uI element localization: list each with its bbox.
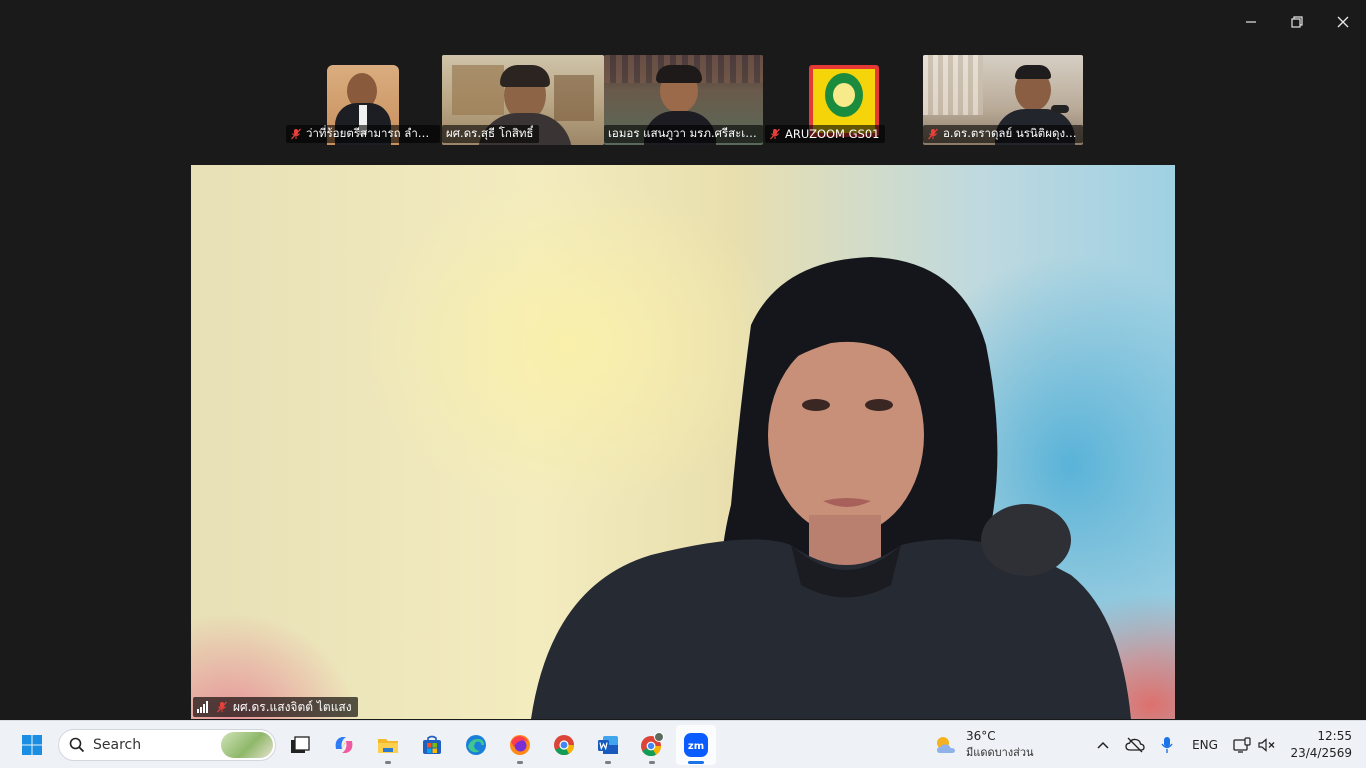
zoom-icon: zm [684,733,708,757]
participant-name-tag: อ.ดร.ตราดุลย์ นรนิติผดุงก... [923,125,1083,143]
edge-icon [466,735,486,755]
running-indicator [605,761,611,764]
microsoft-store-button[interactable] [412,725,452,765]
main-speaker-name: ผศ.ดร.แสงจิตต์ ไตแสง [233,699,352,714]
running-indicator [649,761,655,764]
participant-name-tag: เอมอร แสนภูวา มรภ.ศรีสะเกษ [604,125,763,143]
file-explorer-button[interactable] [368,725,408,765]
participant-name: เอมอร แสนภูวา มรภ.ศรีสะเกษ [608,126,757,140]
weather-temperature: 36°C [966,729,996,743]
mic-muted-icon [217,701,227,713]
edge-button[interactable] [456,725,496,765]
participant-name: อ.ดร.ตราดุลย์ นรนิติผดุงก... [943,126,1077,140]
main-speaker-video[interactable]: ผศ.ดร.แสงจิตต์ ไตแสง [191,165,1175,719]
chevron-up-icon [1097,741,1109,749]
windows-taskbar: Search zm 36°C มีแดดบางส่วน ENG 12:55 23… [0,720,1366,768]
clock-date: 23/4/2569 [1290,746,1352,760]
minimize-icon [1246,21,1256,23]
clock[interactable]: 12:55 23/4/2569 [1286,728,1352,762]
folder-icon [378,739,398,753]
onedrive-status-button[interactable] [1122,731,1148,759]
firefox-button[interactable] [500,725,540,765]
close-icon [1337,16,1349,28]
copilot-icon [335,737,353,753]
running-indicator [688,761,704,764]
show-hidden-icons-button[interactable] [1092,731,1114,759]
cloud-offline-icon [1125,737,1145,753]
minimize-button[interactable] [1236,8,1266,36]
participant-tile-3[interactable]: เอมอร แสนภูวา มรภ.ศรีสะเกษ [604,55,763,145]
clock-time: 12:55 [1317,729,1352,743]
store-icon [423,735,441,754]
participant-name-tag: ว่าที่ร้อยตรีสามารถ ลำโย... [286,125,440,143]
restore-icon [1291,16,1303,28]
participant-tile-4[interactable]: ARUZOOM GS01 [765,55,920,145]
chrome-button[interactable] [544,725,584,765]
weather-widget[interactable]: 36°C มีแดดบางส่วน [934,729,1034,761]
connection-signal-icon [197,701,211,713]
volume-button[interactable] [1256,731,1278,759]
task-view-button[interactable] [280,725,320,765]
participant-name-tag: ARUZOOM GS01 [765,125,886,143]
participant-tile-2[interactable]: ผศ.ดร.สุธี โกสิทธิ์ [442,55,604,145]
restore-button[interactable] [1282,8,1312,36]
chrome-icon [554,735,575,756]
firefox-icon [510,735,530,755]
participant-name-tag: ผศ.ดร.สุธี โกสิทธิ์ [442,125,540,143]
task-view-icon [291,736,310,753]
language-indicator[interactable]: ENG [1188,731,1222,759]
speaker-muted-icon [1258,738,1275,752]
running-indicator [517,761,523,764]
mic-muted-icon [770,128,780,140]
close-button[interactable] [1328,8,1358,36]
taskbar-search-box[interactable]: Search [58,729,276,761]
weather-condition: มีแดดบางส่วน [966,746,1034,759]
zoom-meeting-window: ว่าที่ร้อยตรีสามารถ ลำโย... ผศ.ดร.สุธี โ… [0,0,1366,768]
chrome-profile-button[interactable] [632,725,672,765]
windows-logo-icon [22,735,42,755]
main-speaker-name-tag: ผศ.ดร.แสงจิตต์ ไตแสง [193,697,358,717]
word-icon [598,736,618,754]
search-highlight-image [221,732,273,758]
zoom-icon-label: zm [688,741,704,752]
network-button[interactable] [1230,731,1254,759]
participant-tile-5[interactable]: อ.ดร.ตราดุลย์ นรนิติผดุงก... [923,55,1083,145]
speaker-silhouette [531,257,1131,719]
partly-sunny-icon [937,737,955,753]
mic-muted-icon [928,128,938,140]
running-indicator [385,761,391,764]
microphone-icon [1161,737,1173,753]
network-icon [1233,737,1251,753]
participant-tile-1[interactable]: ว่าที่ร้อยตรีสามารถ ลำโย... [286,55,440,145]
start-button[interactable] [12,725,52,765]
microphone-button[interactable] [1156,731,1178,759]
search-icon [69,737,85,753]
participant-name: ARUZOOM GS01 [785,127,880,141]
search-label: Search [93,737,142,753]
participant-name: ว่าที่ร้อยตรีสามารถ ลำโย... [306,126,434,140]
chrome-profile-icon [641,732,664,757]
zoom-button[interactable]: zm [676,725,716,765]
copilot-button[interactable] [324,725,364,765]
word-button[interactable] [588,725,628,765]
mic-muted-icon [291,128,301,140]
participant-name: ผศ.ดร.สุธี โกสิทธิ์ [446,126,534,140]
